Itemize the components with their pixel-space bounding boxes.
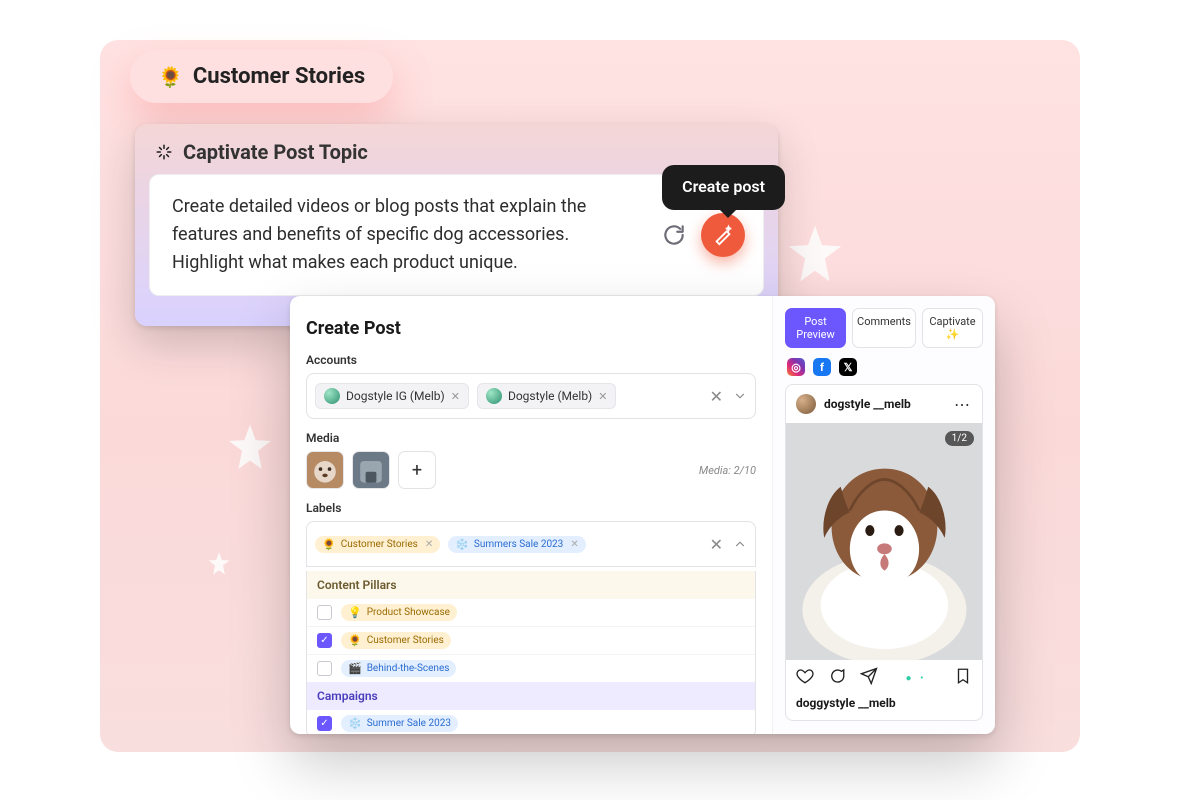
tab-comments[interactable]: Comments [852, 308, 916, 348]
create-post-title: Create Post [306, 318, 756, 339]
label-tag-text: Customer Stories [341, 539, 418, 550]
remove-chip-icon[interactable]: ✕ [598, 390, 607, 403]
account-chip-label: Dogstyle (Melb) [508, 389, 592, 403]
refresh-icon [661, 222, 687, 248]
emoji-icon: 🎬 [348, 662, 362, 675]
account-avatar-icon [486, 388, 502, 404]
carousel-dots-icon: ● • [892, 673, 940, 684]
regenerate-button[interactable] [657, 218, 691, 252]
preview-caption-handle: doggystyle __melb [786, 696, 982, 720]
share-button[interactable] [860, 667, 878, 689]
chevron-down-icon[interactable] [733, 389, 747, 403]
facebook-icon[interactable]: f [813, 358, 831, 376]
emoji-icon: 🌻 [348, 634, 362, 647]
star-icon [222, 420, 278, 476]
labels-dropdown: Content Pillars 💡 Product Showcase ✓ 🌻 Cus… [306, 571, 756, 734]
tab-captivate[interactable]: Captivate ✨ [922, 308, 983, 348]
emoji-icon: ❄️ [348, 717, 362, 730]
create-post-window: Create Post Accounts Dogstyle IG (Melb) … [290, 296, 995, 734]
captivate-body: Create detailed videos or blog posts tha… [149, 174, 764, 296]
sunflower-icon: 🌻 [322, 538, 336, 551]
star-icon [205, 550, 233, 578]
checkbox-icon[interactable]: ✓ [317, 716, 332, 731]
media-thumbnail[interactable] [352, 451, 390, 489]
snowflake-icon: ❄️ [455, 538, 469, 551]
pillar-option-label: Customer Stories [367, 635, 444, 646]
pillar-option[interactable]: 💡 Product Showcase [307, 599, 755, 626]
label-tag-text: Summers Sale 2023 [474, 539, 563, 550]
account-chip[interactable]: Dogstyle IG (Melb) ✕ [315, 383, 469, 409]
like-button[interactable] [796, 667, 814, 689]
campaigns-header: Campaigns [307, 682, 755, 710]
pillar-option[interactable]: 🎬 Behind-the-Scenes [307, 654, 755, 682]
chevron-up-icon[interactable] [733, 537, 747, 551]
accounts-label: Accounts [306, 353, 756, 367]
label-tag[interactable]: ❄️ Summers Sale 2023 ✕ [448, 536, 586, 553]
accounts-select[interactable]: Dogstyle IG (Melb) ✕ Dogstyle (Melb) ✕ ✕ [306, 373, 756, 419]
preview-panel: Post Preview Comments Captivate ✨ ◎ f 𝕏 … [773, 296, 995, 734]
campaign-option[interactable]: ✓ ❄️ Summer Sale 2023 [307, 710, 755, 734]
labels-select[interactable]: 🌻 Customer Stories ✕ ❄️ Summers Sale 202… [306, 521, 756, 567]
account-avatar-icon [324, 388, 340, 404]
clear-all-icon[interactable]: ✕ [710, 535, 723, 554]
checkbox-icon[interactable]: ✓ [317, 633, 332, 648]
emoji-icon: 💡 [348, 606, 362, 619]
save-button[interactable] [954, 667, 972, 689]
create-post-button[interactable]: Create post [701, 213, 745, 257]
account-chip[interactable]: Dogstyle (Melb) ✕ [477, 383, 617, 409]
content-pillars-header: Content Pillars [307, 571, 755, 599]
image-counter: 1/2 [945, 431, 974, 446]
clear-all-icon[interactable]: ✕ [710, 387, 723, 406]
topic-badge-label: Customer Stories [193, 64, 365, 89]
captivate-title: Captivate Post Topic [183, 140, 368, 164]
remove-tag-icon[interactable]: ✕ [570, 539, 578, 550]
tab-post-preview[interactable]: Post Preview [785, 308, 846, 348]
star-icon [780, 220, 850, 290]
x-icon[interactable]: 𝕏 [839, 358, 857, 376]
captivate-text: Create detailed videos or blog posts tha… [172, 196, 586, 273]
topic-badge: 🌻 Customer Stories [130, 50, 393, 103]
add-media-button[interactable]: + [398, 451, 436, 489]
instagram-icon[interactable]: ◎ [787, 358, 805, 376]
comment-button[interactable] [828, 667, 846, 689]
label-tag[interactable]: 🌻 Customer Stories ✕ [315, 536, 440, 553]
create-post-form: Create Post Accounts Dogstyle IG (Melb) … [290, 296, 773, 734]
campaign-option-label: Summer Sale 2023 [367, 718, 451, 729]
remove-chip-icon[interactable]: ✕ [451, 390, 460, 403]
more-options-button[interactable]: ⋯ [954, 395, 972, 414]
remove-tag-icon[interactable]: ✕ [425, 539, 433, 550]
pillar-option-label: Behind-the-Scenes [367, 663, 450, 674]
pillar-option[interactable]: ✓ 🌻 Customer Stories [307, 626, 755, 654]
media-label: Media [306, 431, 756, 445]
preview-handle: dogstyle __melb [824, 397, 911, 411]
preview-image[interactable]: 1/2 [786, 423, 982, 660]
media-thumbnail[interactable] [306, 451, 344, 489]
sunflower-icon: 🌻 [158, 65, 183, 89]
media-counter: Media: 2/10 [699, 464, 756, 477]
checkbox-icon[interactable] [317, 661, 332, 676]
pillar-option-label: Product Showcase [367, 607, 450, 618]
create-post-tooltip: Create post [662, 165, 785, 210]
sparkle-icon [155, 143, 173, 161]
avatar-icon [796, 394, 816, 414]
instagram-preview-card: dogstyle __melb ⋯ [785, 384, 983, 721]
labels-label: Labels [306, 501, 756, 515]
checkbox-icon[interactable] [317, 605, 332, 620]
account-chip-label: Dogstyle IG (Melb) [346, 389, 445, 403]
network-selector: ◎ f 𝕏 [787, 358, 983, 376]
magic-wand-icon [712, 224, 734, 246]
